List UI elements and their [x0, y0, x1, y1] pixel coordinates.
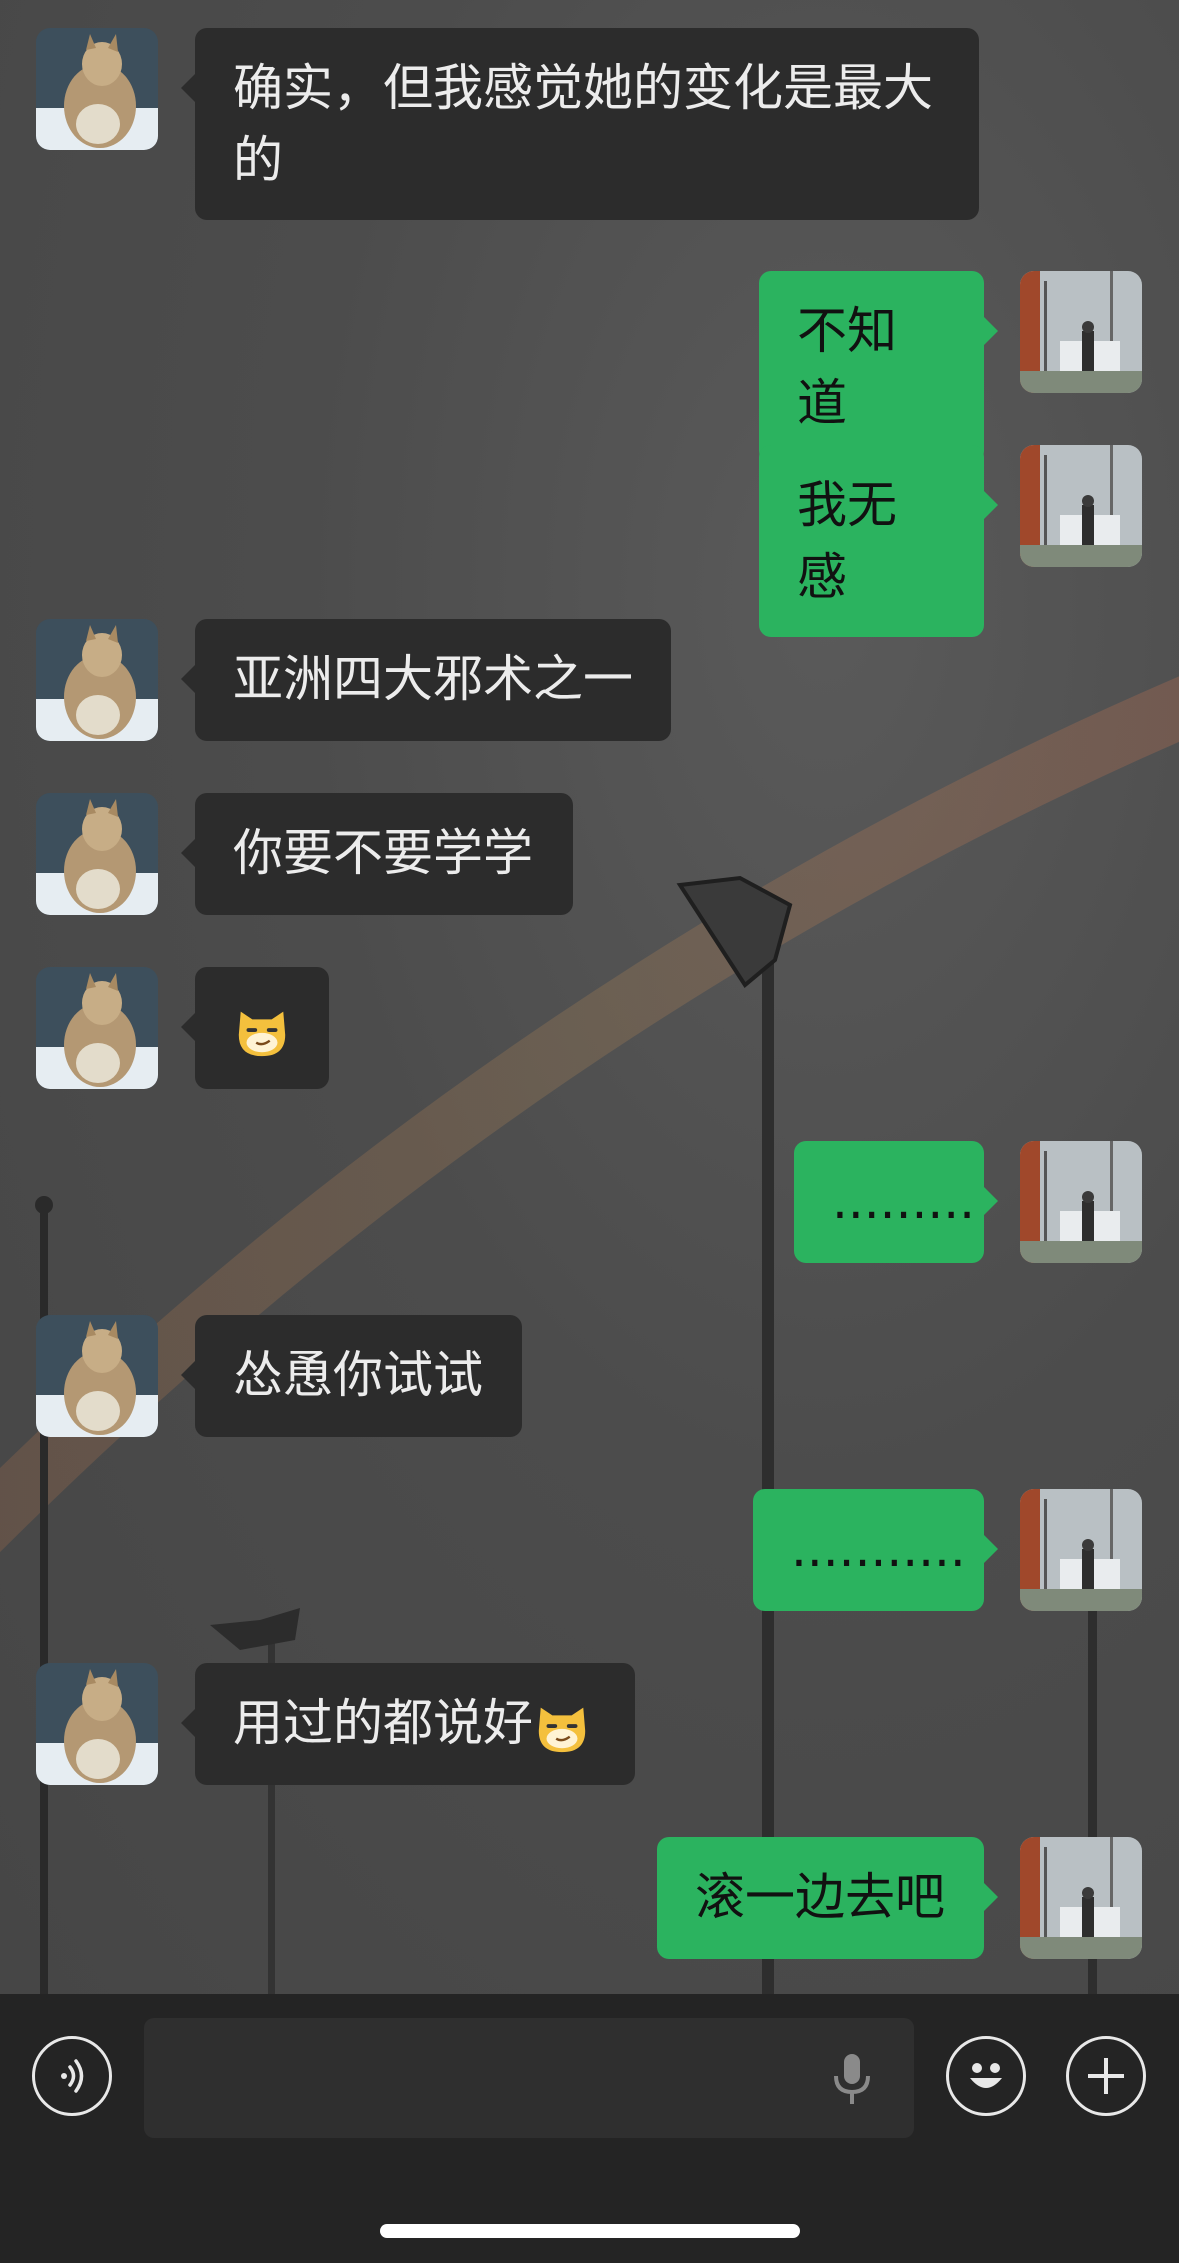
chat-list[interactable]: 确实，但我感觉她的变化是最大的不知道我无感亚洲四大邪术之一 你要不要学学.....…	[0, 0, 1179, 2000]
contact-avatar[interactable]	[36, 619, 158, 741]
message-bubble[interactable]: 你要不要学学	[181, 793, 573, 915]
message-bubble[interactable]: ...........	[753, 1489, 998, 1611]
home-indicator[interactable]	[380, 2224, 800, 2238]
incoming-message: 你要不要学学	[0, 793, 1179, 915]
message-text: ...........	[791, 1520, 966, 1578]
incoming-message: 用过的都说好	[0, 1663, 1179, 1785]
outgoing-message: .........	[0, 1141, 1179, 1263]
message-bubble[interactable]: 确实，但我感觉她的变化是最大的	[181, 28, 979, 220]
message-text: 你要不要学学	[233, 824, 533, 882]
message-bubble[interactable]: 怂恿你试试	[181, 1315, 522, 1437]
message-text: 怂恿你试试	[233, 1346, 483, 1404]
contact-avatar[interactable]	[36, 793, 158, 915]
outgoing-message: 不知道	[0, 271, 1179, 463]
message-input[interactable]	[144, 2018, 914, 2138]
contact-avatar[interactable]	[36, 28, 158, 150]
message-bubble[interactable]: .........	[794, 1141, 998, 1263]
smirk-cat-emoji	[238, 1011, 286, 1056]
message-text: 确实，但我感觉她的变化是最大的	[233, 59, 933, 189]
message-text: 亚洲四大邪术之一	[233, 650, 633, 708]
incoming-message	[0, 967, 1179, 1089]
microphone-icon[interactable]	[830, 2052, 874, 2112]
self-avatar[interactable]	[1020, 271, 1142, 393]
message-bubble[interactable]: 用过的都说好	[181, 1663, 635, 1785]
outgoing-message: 我无感	[0, 445, 1179, 637]
message-text: 不知道	[797, 302, 897, 432]
plus-icon[interactable]	[1066, 2036, 1146, 2116]
message-bubble[interactable]	[181, 967, 329, 1089]
incoming-message: 怂恿你试试	[0, 1315, 1179, 1437]
message-text: 用过的都说好	[233, 1694, 533, 1752]
message-bubble[interactable]: 滚一边去吧	[657, 1837, 998, 1959]
outgoing-message: ...........	[0, 1489, 1179, 1611]
incoming-message: 亚洲四大邪术之一	[0, 619, 1179, 741]
contact-avatar[interactable]	[36, 967, 158, 1089]
input-bar	[0, 1994, 1179, 2263]
contact-avatar[interactable]	[36, 1663, 158, 1785]
message-bubble[interactable]: 不知道	[759, 271, 998, 463]
voice-icon[interactable]	[32, 2036, 112, 2116]
self-avatar[interactable]	[1020, 1141, 1142, 1263]
self-avatar[interactable]	[1020, 445, 1142, 567]
smirk-cat-emoji	[538, 1707, 586, 1752]
self-avatar[interactable]	[1020, 1489, 1142, 1611]
incoming-message: 确实，但我感觉她的变化是最大的	[0, 28, 1179, 220]
self-avatar[interactable]	[1020, 1837, 1142, 1959]
message-bubble[interactable]: 亚洲四大邪术之一	[181, 619, 671, 741]
message-text: 我无感	[797, 476, 897, 606]
emoji-icon[interactable]	[946, 2036, 1026, 2116]
message-text: 滚一边去吧	[695, 1868, 945, 1926]
contact-avatar[interactable]	[36, 1315, 158, 1437]
message-text: .........	[832, 1172, 976, 1230]
message-bubble[interactable]: 我无感	[759, 445, 998, 637]
outgoing-message: 滚一边去吧	[0, 1837, 1179, 1959]
